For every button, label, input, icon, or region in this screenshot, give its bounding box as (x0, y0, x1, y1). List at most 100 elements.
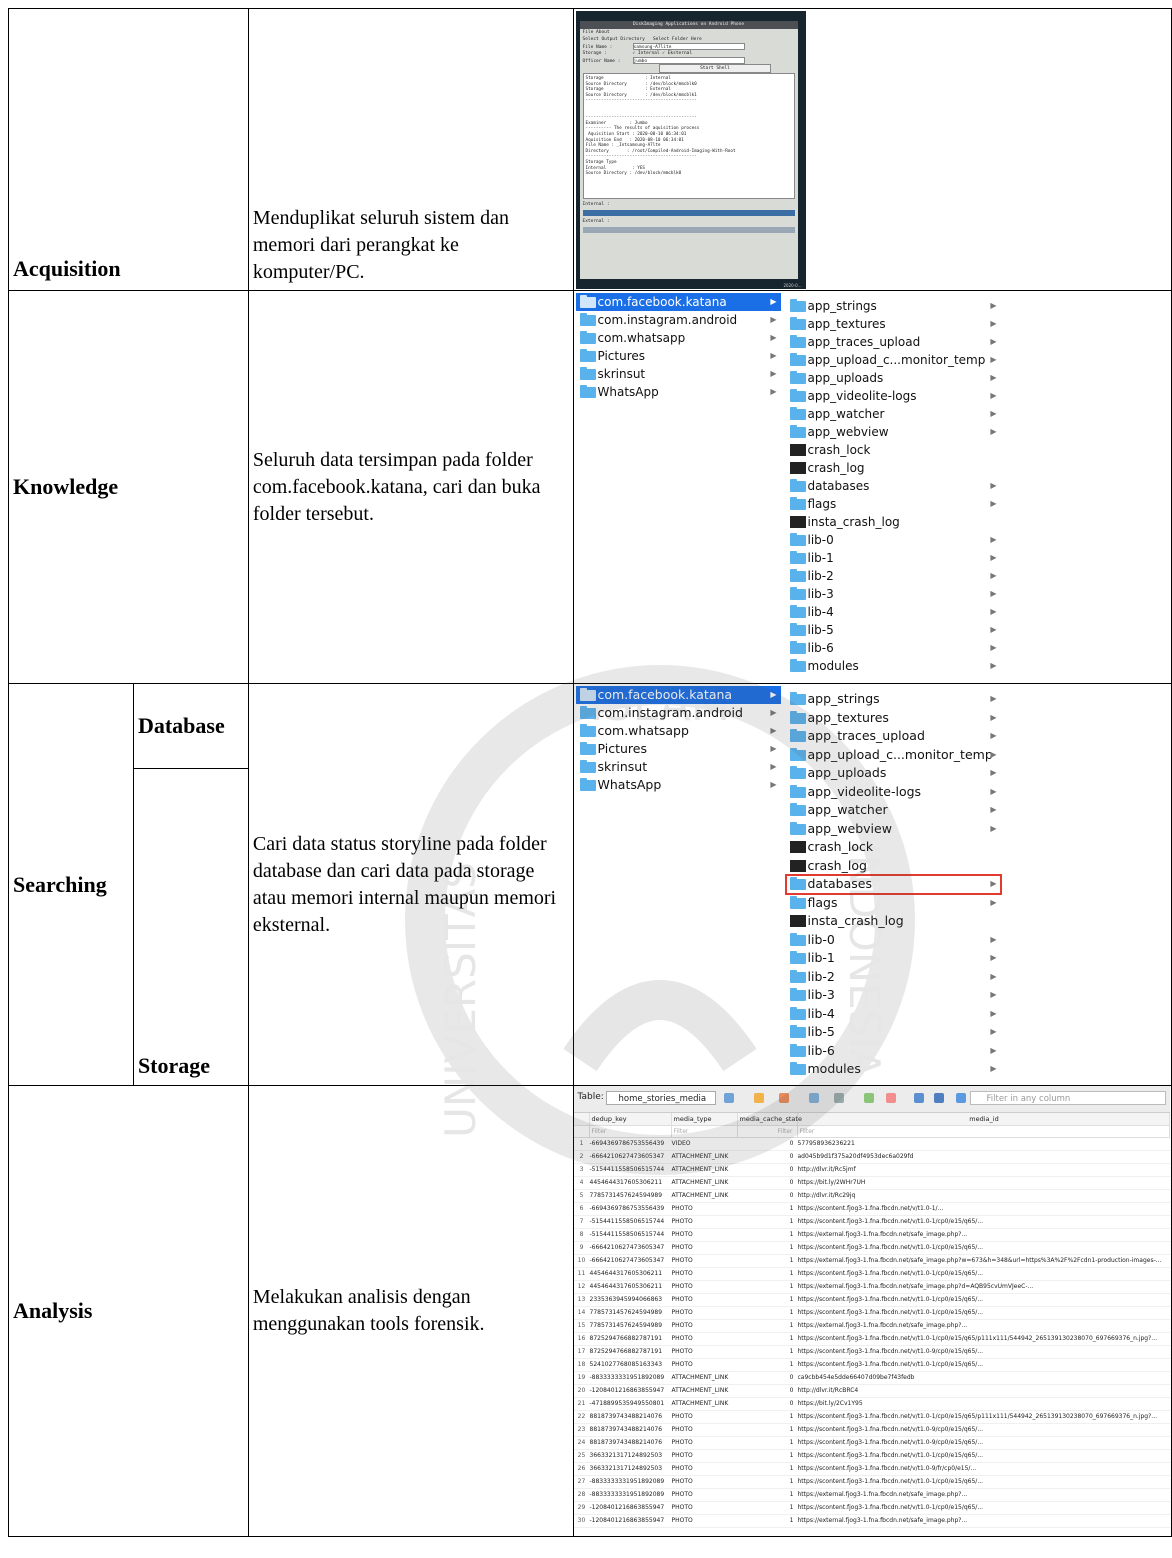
table-row[interactable]: 9 -6664210627473605347 PHOTO 1 https://scont… (573, 1242, 1170, 1255)
finder-item[interactable]: app_webview ▶ (786, 423, 1001, 441)
table-row[interactable]: 8 -5154411558506515744 PHOTO 1 https://exter… (573, 1229, 1170, 1242)
finder-item[interactable]: app_webview ▶ (786, 820, 1001, 839)
finder-item[interactable]: insta_crash_log (786, 912, 1001, 931)
select-folder-button[interactable]: Select Folder Here (653, 37, 702, 42)
finder-item[interactable]: modules ▶ (786, 657, 1001, 675)
finder-item[interactable]: crash_lock (786, 838, 1001, 857)
replace-icon[interactable] (933, 1093, 944, 1103)
table-row[interactable]: 17 8725294766882787191 PHOTO 1 https://scont… (573, 1346, 1170, 1359)
finder-item[interactable]: app_textures ▶ (786, 315, 1001, 333)
table-row[interactable]: 5 7785731457624594989 ATTACHMENT_LINK 0 http… (573, 1190, 1170, 1203)
finder-item[interactable]: app_textures ▶ (786, 709, 1001, 728)
finder-item[interactable]: app_upload_c...monitor_temp ▶ (786, 746, 1001, 765)
finder-item[interactable]: WhatsApp ▶ (576, 776, 781, 794)
table-row[interactable]: 12 4454644317605306211 PHOTO 1 https://exter… (573, 1281, 1170, 1294)
officer-field[interactable]: jumbo (632, 57, 745, 64)
column-filter-input[interactable]: Filter (590, 1126, 672, 1137)
finder-item[interactable]: app_uploads ▶ (786, 369, 1001, 387)
finder-item[interactable]: app_strings ▶ (786, 690, 1001, 709)
finder-item[interactable]: lib-1 ▶ (786, 949, 1001, 968)
clear-filter-icon[interactable] (753, 1093, 764, 1103)
finder-item[interactable]: Pictures ▶ (576, 347, 781, 365)
table-row[interactable]: 15 7785731457624594989 PHOTO 1 https://exter… (573, 1320, 1170, 1333)
table-select[interactable]: home_stories_media (605, 1091, 716, 1105)
finder-item[interactable]: WhatsApp ▶ (576, 383, 781, 401)
finder-item[interactable]: app_watcher ▶ (786, 801, 1001, 820)
finder-item[interactable]: lib-5 ▶ (786, 621, 1001, 639)
export-icon[interactable] (833, 1093, 844, 1103)
finder-item[interactable]: app_videolite-logs ▶ (786, 387, 1001, 405)
table-row[interactable]: 29 -1208401216863855947 PHOTO 1 https://scon… (573, 1502, 1170, 1515)
finder-item[interactable]: lib-4 ▶ (786, 1005, 1001, 1024)
finder-item[interactable]: flags ▶ (786, 894, 1001, 913)
table-row[interactable]: 20 -1208401216863855947 ATTACHMENT_LINK 0 ht… (573, 1385, 1170, 1398)
column-filter-input[interactable]: Filter (738, 1126, 798, 1137)
finder-item[interactable]: com.facebook.katana ▶ (575, 686, 781, 704)
finder-item[interactable]: lib-6 ▶ (786, 1042, 1001, 1061)
finder-item[interactable]: Pictures ▶ (576, 740, 781, 758)
finder-item[interactable]: lib-3 ▶ (786, 986, 1001, 1005)
storage-options[interactable]: ✓ Internal ✓ Eksternal (633, 51, 693, 56)
finder-item[interactable]: lib-4 ▶ (786, 603, 1001, 621)
column-header[interactable]: media_id (798, 1113, 1170, 1125)
refresh-icon[interactable] (723, 1093, 734, 1103)
table-row[interactable]: 18 5241027768085163343 PHOTO 1 https://scont… (573, 1359, 1170, 1372)
finder-item[interactable]: lib-0 ▶ (786, 531, 1001, 549)
column-header[interactable]: media_type (672, 1113, 738, 1125)
table-row[interactable]: 14 7785731457624594989 PHOTO 1 https://scont… (573, 1307, 1170, 1320)
column-header[interactable]: media_cache_state (738, 1113, 802, 1125)
table-row[interactable]: 22 8818739743488214076 PHOTO 1 https://scont… (573, 1411, 1170, 1424)
finder-item[interactable]: app_strings ▶ (786, 297, 1001, 315)
delete-record-icon[interactable] (885, 1093, 896, 1103)
table-row[interactable]: 30 -1208401216863855947 PHOTO 1 https://exte… (573, 1515, 1170, 1528)
table-row[interactable]: 1 -6694369786753556439 VIDEO 0 5779589362362… (573, 1138, 1170, 1151)
table-row[interactable]: 26 3663321317124892503 PHOTO 1 https://scont… (573, 1463, 1170, 1476)
find-icon[interactable] (913, 1093, 924, 1103)
finder-item[interactable]: crash_lock (786, 441, 1001, 459)
finder-item[interactable]: skrinsut ▶ (576, 365, 781, 383)
finder-item[interactable]: app_uploads ▶ (786, 764, 1001, 783)
finder-item[interactable]: lib-5 ▶ (786, 1023, 1001, 1042)
print-icon[interactable] (808, 1093, 819, 1103)
finder-item[interactable]: app_traces_upload ▶ (786, 727, 1001, 746)
table-row[interactable]: 19 -8833333331951892089 ATTACHMENT_LINK 0 ca… (573, 1372, 1170, 1385)
file-name-field[interactable]: samsung-A7lite (632, 43, 745, 50)
table-row[interactable]: 23 8818739743488214076 PHOTO 1 https://scont… (573, 1424, 1170, 1437)
table-row[interactable]: 2 -6664210627473605347 ATTACHMENT_LINK 0 ad0… (573, 1151, 1170, 1164)
filter-input[interactable]: Filter in any column (969, 1091, 1166, 1105)
column-header[interactable]: dedup_key (590, 1113, 672, 1125)
finder-item[interactable]: lib-1 ▶ (786, 549, 1001, 567)
finder-item[interactable]: databases ▶ (784, 874, 1002, 895)
finder-item[interactable]: lib-2 ▶ (786, 968, 1001, 987)
finder-item[interactable]: skrinsut ▶ (576, 758, 781, 776)
finder-item[interactable]: com.instagram.android ▶ (576, 704, 781, 722)
table-row[interactable]: 28 -8833333331951892089 PHOTO 1 https://exte… (573, 1489, 1170, 1502)
table-row[interactable]: 21 -4718899535949550801 ATTACHMENT_LINK 0 ht… (573, 1398, 1170, 1411)
finder-item[interactable]: com.facebook.katana ▶ (575, 293, 781, 311)
table-row[interactable]: 6 -6694369786753556439 PHOTO 1 https://scont… (573, 1203, 1170, 1216)
new-record-icon[interactable] (863, 1093, 874, 1103)
finder-item[interactable]: modules ▶ (786, 1060, 1001, 1079)
finder-item[interactable]: app_upload_c...monitor_temp ▶ (786, 351, 1001, 369)
finder-item[interactable]: lib-3 ▶ (786, 585, 1001, 603)
table-row[interactable]: 16 8725294766882787191 PHOTO 1 https://scont… (573, 1333, 1170, 1346)
table-row[interactable]: 24 8818739743488214076 PHOTO 1 https://scont… (573, 1437, 1170, 1450)
finder-item[interactable]: crash_log (786, 459, 1001, 477)
table-row[interactable]: 25 3663321317124892503 PHOTO 1 https://scont… (573, 1450, 1170, 1463)
finder-item[interactable]: app_watcher ▶ (786, 405, 1001, 423)
table-row[interactable]: 10 -6664210627473605347 PHOTO 1 https://exte… (573, 1255, 1170, 1268)
select-output-button[interactable]: Select Output Directory (583, 37, 645, 42)
finder-item[interactable]: lib-0 ▶ (786, 931, 1001, 950)
finder-item[interactable]: app_traces_upload ▶ (786, 333, 1001, 351)
start-shell-button[interactable]: Start Shell (659, 64, 771, 73)
table-row[interactable]: 7 -5154411558506515744 PHOTO 1 https://scont… (573, 1216, 1170, 1229)
table-row[interactable]: 13 2335363945994066863 PHOTO 1 https://scont… (573, 1294, 1170, 1307)
column-filter-input[interactable]: Filter (798, 1126, 1170, 1137)
finder-item[interactable]: lib-6 ▶ (786, 639, 1001, 657)
save-filter-icon[interactable] (778, 1093, 789, 1103)
table-row[interactable]: 3 -5154411558506515744 ATTACHMENT_LINK 0 htt… (573, 1164, 1170, 1177)
finder-item[interactable]: databases ▶ (786, 477, 1001, 495)
finder-item[interactable]: flags ▶ (786, 495, 1001, 513)
finder-item[interactable]: crash_log (786, 857, 1001, 876)
finder-item[interactable]: com.whatsapp ▶ (576, 329, 781, 347)
